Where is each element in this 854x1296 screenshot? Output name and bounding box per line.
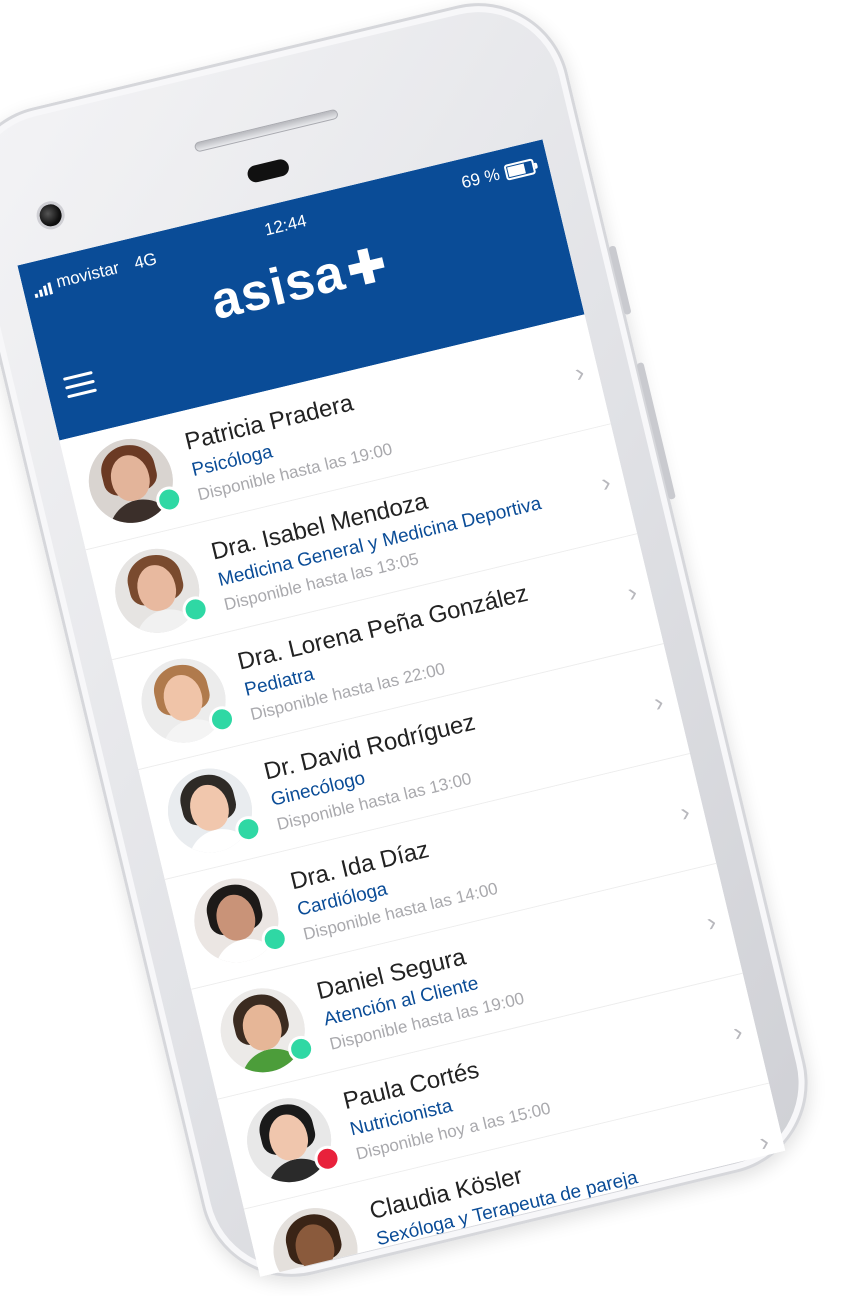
chevron-right-icon: ›	[571, 356, 588, 388]
doctor-avatar	[264, 1199, 367, 1277]
app-screen: movistar 4G 12:44 69 % asisa✚ Patricia P…	[17, 139, 786, 1277]
chevron-right-icon: ›	[677, 796, 693, 828]
proximity-sensor	[245, 157, 291, 184]
doctor-avatar	[238, 1089, 340, 1191]
logo-mark: ✚	[341, 237, 393, 297]
doctor-avatar	[106, 540, 208, 642]
doctor-avatar	[159, 759, 261, 862]
phone-frame: movistar 4G 12:44 69 % asisa✚ Patricia P…	[0, 0, 827, 1296]
chevron-right-icon: ›	[598, 466, 614, 498]
doctor-avatar	[132, 650, 235, 752]
volume-button	[636, 362, 676, 500]
hamburger-menu-icon[interactable]	[62, 370, 98, 404]
doctor-list: Patricia Pradera Psicóloga Disponible hast…	[59, 314, 786, 1277]
front-camera	[33, 198, 68, 233]
battery-icon	[503, 158, 537, 181]
doctor-avatar	[212, 979, 314, 1081]
chevron-right-icon: ›	[756, 1125, 772, 1157]
chevron-right-icon: ›	[703, 905, 720, 938]
chevron-right-icon: ›	[650, 686, 667, 718]
power-button	[608, 245, 632, 316]
battery-percent: 69 %	[459, 164, 502, 193]
doctor-avatar	[185, 869, 288, 972]
earpiece-speaker	[193, 108, 339, 153]
chevron-right-icon: ›	[624, 576, 640, 608]
chevron-right-icon: ›	[730, 1015, 746, 1048]
doctor-avatar	[80, 430, 182, 532]
battery-info: 69 %	[459, 156, 537, 193]
